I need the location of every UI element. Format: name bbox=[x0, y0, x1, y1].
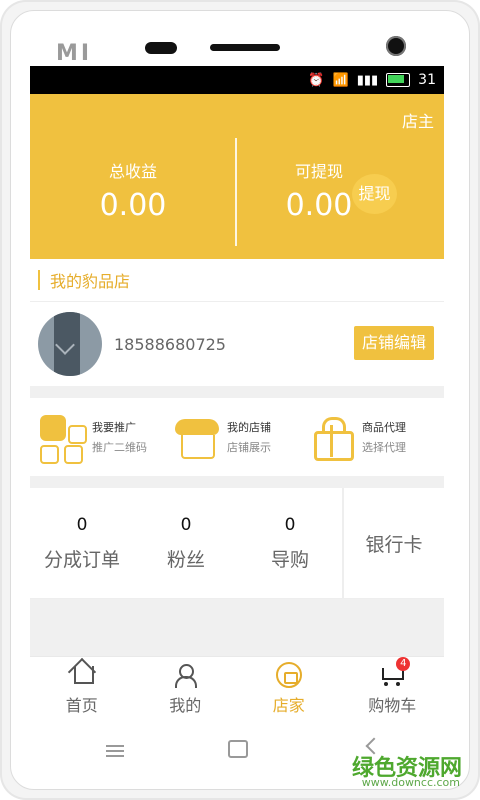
home-nav-icon[interactable] bbox=[228, 740, 248, 758]
feature-my-shop[interactable]: 我的店铺 店铺展示 bbox=[175, 415, 299, 459]
stat-value: 0 bbox=[76, 514, 88, 535]
stat-label: 分成订单 bbox=[43, 548, 120, 571]
earnings-header: 店主 总收益 0.00 可提现 0.00 提现 bbox=[30, 94, 444, 259]
stats-row: 0 分成订单 0 粉丝 0 导购 银行卡 bbox=[30, 488, 444, 599]
tab-label: 购物车 bbox=[368, 696, 417, 715]
total-income-block: 总收益 0.00 bbox=[88, 158, 178, 223]
shop-section-title: 我的豹品店 bbox=[30, 259, 444, 302]
tab-cart[interactable]: 4 购物车 bbox=[341, 657, 445, 720]
stat-label: 导购 bbox=[270, 548, 309, 571]
total-income-value: 0.00 bbox=[99, 188, 167, 223]
status-bar: ⏰ 📶 ▮▮▮ 31 bbox=[30, 66, 444, 94]
tab-store[interactable]: 店家 bbox=[237, 657, 341, 720]
feature-subtitle: 店铺展示 bbox=[227, 441, 271, 454]
promote-icon bbox=[40, 415, 87, 464]
menu-icon[interactable] bbox=[106, 742, 124, 757]
shop-profile-row: 18588680725 店铺编辑 bbox=[30, 302, 444, 398]
total-income-label: 总收益 bbox=[108, 162, 157, 181]
bottom-tabbar: 首页 我的 店家 4 购物车 bbox=[30, 656, 444, 720]
stat-orders[interactable]: 0 分成订单 bbox=[30, 488, 134, 598]
alarm-icon: ⏰ bbox=[308, 72, 325, 88]
watermark-url: www.downcc.com bbox=[361, 776, 460, 789]
feature-title: 我的店铺 bbox=[227, 421, 271, 434]
bank-card-button[interactable]: 银行卡 bbox=[342, 488, 444, 598]
tab-mine[interactable]: 我的 bbox=[134, 657, 238, 720]
device-brand: MI bbox=[56, 41, 93, 66]
feature-subtitle: 推广二维码 bbox=[92, 441, 147, 454]
feature-agent[interactable]: 商品代理 选择代理 bbox=[310, 415, 434, 461]
feature-title: 我要推广 bbox=[92, 421, 136, 434]
avatar[interactable] bbox=[38, 312, 102, 376]
signal-icon: ▮▮▮ bbox=[356, 72, 379, 88]
tab-label: 店家 bbox=[272, 696, 305, 715]
edit-shop-button[interactable]: 店铺编辑 bbox=[354, 326, 434, 360]
shop-icon bbox=[175, 415, 219, 459]
withdrawable-label: 可提现 bbox=[294, 162, 343, 181]
section-accent-bar bbox=[38, 270, 40, 290]
cart-badge: 4 bbox=[396, 657, 411, 671]
app-screen: ⏰ 📶 ▮▮▮ 31 店主 总收益 0.00 可提现 0.00 提现 我的豹品店 bbox=[30, 66, 444, 720]
withdrawable-block: 可提现 0.00 bbox=[274, 158, 364, 223]
shop-title: 我的豹品店 bbox=[50, 272, 131, 291]
feature-row: 我要推广 推广二维码 我的店铺 店铺展示 商品代理 选择代理 bbox=[30, 398, 444, 488]
gift-icon bbox=[310, 415, 354, 461]
speaker bbox=[210, 44, 280, 51]
user-icon bbox=[172, 662, 198, 688]
phone-number: 18588680725 bbox=[114, 334, 226, 354]
battery-icon bbox=[386, 73, 411, 87]
feature-subtitle: 选择代理 bbox=[362, 441, 406, 454]
stat-value: 0 bbox=[284, 514, 296, 535]
stat-value: 0 bbox=[180, 514, 192, 535]
store-icon bbox=[275, 662, 302, 688]
tab-home[interactable]: 首页 bbox=[30, 657, 134, 720]
stat-label: 粉丝 bbox=[166, 548, 205, 571]
phone-frame: MI ⏰ 📶 ▮▮▮ 31 店主 总收益 0.00 可提现 0.00 提现 我的… bbox=[0, 0, 480, 800]
stat-guides[interactable]: 0 导购 bbox=[238, 488, 342, 598]
tab-label: 首页 bbox=[65, 696, 98, 715]
earnings-divider bbox=[235, 138, 237, 246]
cart-icon: 4 bbox=[379, 657, 411, 688]
feature-promote[interactable]: 我要推广 推广二维码 bbox=[40, 415, 164, 464]
shop-owner-label[interactable]: 店主 bbox=[402, 108, 434, 132]
feature-title: 商品代理 bbox=[362, 421, 406, 434]
status-time: 31 bbox=[418, 72, 436, 88]
content-spacer bbox=[30, 599, 444, 659]
front-camera bbox=[386, 36, 406, 56]
withdraw-button[interactable]: 提现 bbox=[352, 174, 397, 214]
stat-fans[interactable]: 0 粉丝 bbox=[134, 488, 238, 598]
front-sensor bbox=[145, 42, 177, 54]
withdrawable-value: 0.00 bbox=[285, 188, 353, 223]
wifi-icon: 📶 bbox=[332, 72, 349, 88]
home-icon bbox=[69, 662, 95, 688]
tab-label: 我的 bbox=[169, 696, 202, 715]
